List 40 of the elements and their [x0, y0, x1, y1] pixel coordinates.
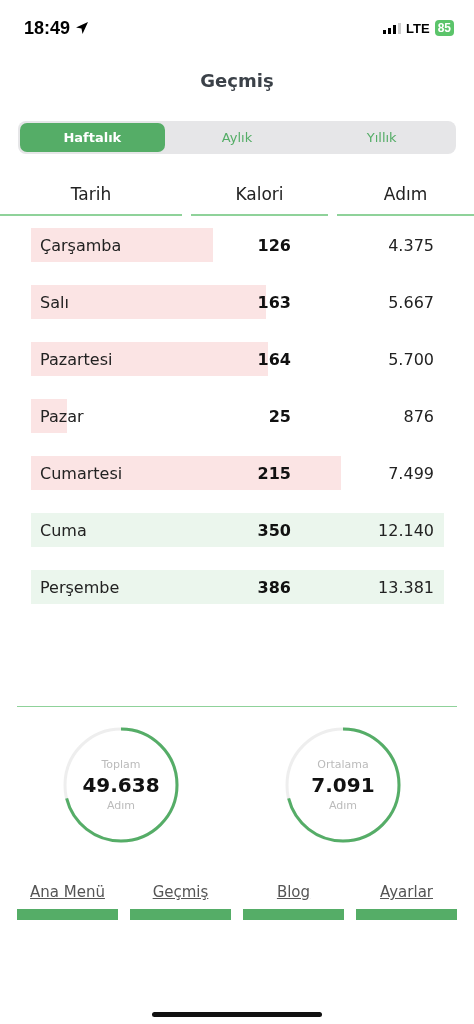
ring-caption: Ortalama	[317, 758, 369, 771]
nav-link[interactable]: Blog	[276, 883, 311, 901]
signal-icon	[383, 22, 402, 34]
steps-cell-text: 13.381	[377, 577, 435, 597]
day-cell-text: Cuma	[39, 520, 88, 540]
day-cell-text: Çarşamba	[39, 235, 123, 255]
calorie-cell-text: 126	[256, 235, 291, 255]
nav-link[interactable]: Ayarlar	[380, 883, 433, 901]
battery-level: 85	[434, 20, 454, 36]
network-label: LTE	[406, 20, 430, 36]
calorie-cell-text: 386	[256, 577, 291, 597]
column-header: Kalori	[191, 184, 328, 216]
column-header: Adım	[337, 184, 474, 216]
day-cell-text: Pazartesi	[39, 349, 114, 369]
nav-link[interactable]: Geçmiş	[152, 883, 209, 901]
day-cell-text: Perşembe	[39, 577, 121, 597]
ring-unit: Adım	[106, 799, 136, 812]
column-header: Tarih	[0, 184, 182, 216]
calorie-cell-text: 25	[267, 406, 291, 426]
calorie-cell-text: 215	[256, 463, 291, 483]
steps-cell-text: 4.375	[387, 235, 435, 255]
steps-cell-text: 5.667	[387, 292, 435, 312]
page-title: Geçmiş	[199, 70, 275, 91]
nav-link[interactable]: Ana Menü	[30, 883, 105, 901]
status-time: 18:49	[24, 17, 71, 39]
day-cell-text: Pazar	[39, 406, 85, 426]
steps-cell-text: 5.700	[387, 349, 435, 369]
ring-value: 49.638	[82, 773, 160, 797]
day-cell-text: Cumartesi	[39, 463, 124, 483]
steps-cell-text: 876	[402, 406, 435, 426]
ring-caption: Toplam	[101, 758, 141, 771]
calorie-cell-text: 163	[256, 292, 291, 312]
steps-cell-text: 7.499	[387, 463, 435, 483]
calorie-cell-text: 164	[256, 349, 291, 369]
steps-cell-text: 12.140	[377, 520, 435, 540]
location-arrow-icon	[75, 21, 90, 35]
calorie-cell-text: 350	[256, 520, 291, 540]
ring-unit: Adım	[328, 799, 358, 812]
ring-value: 7.091	[311, 773, 375, 797]
day-cell-text: Salı	[39, 292, 70, 312]
